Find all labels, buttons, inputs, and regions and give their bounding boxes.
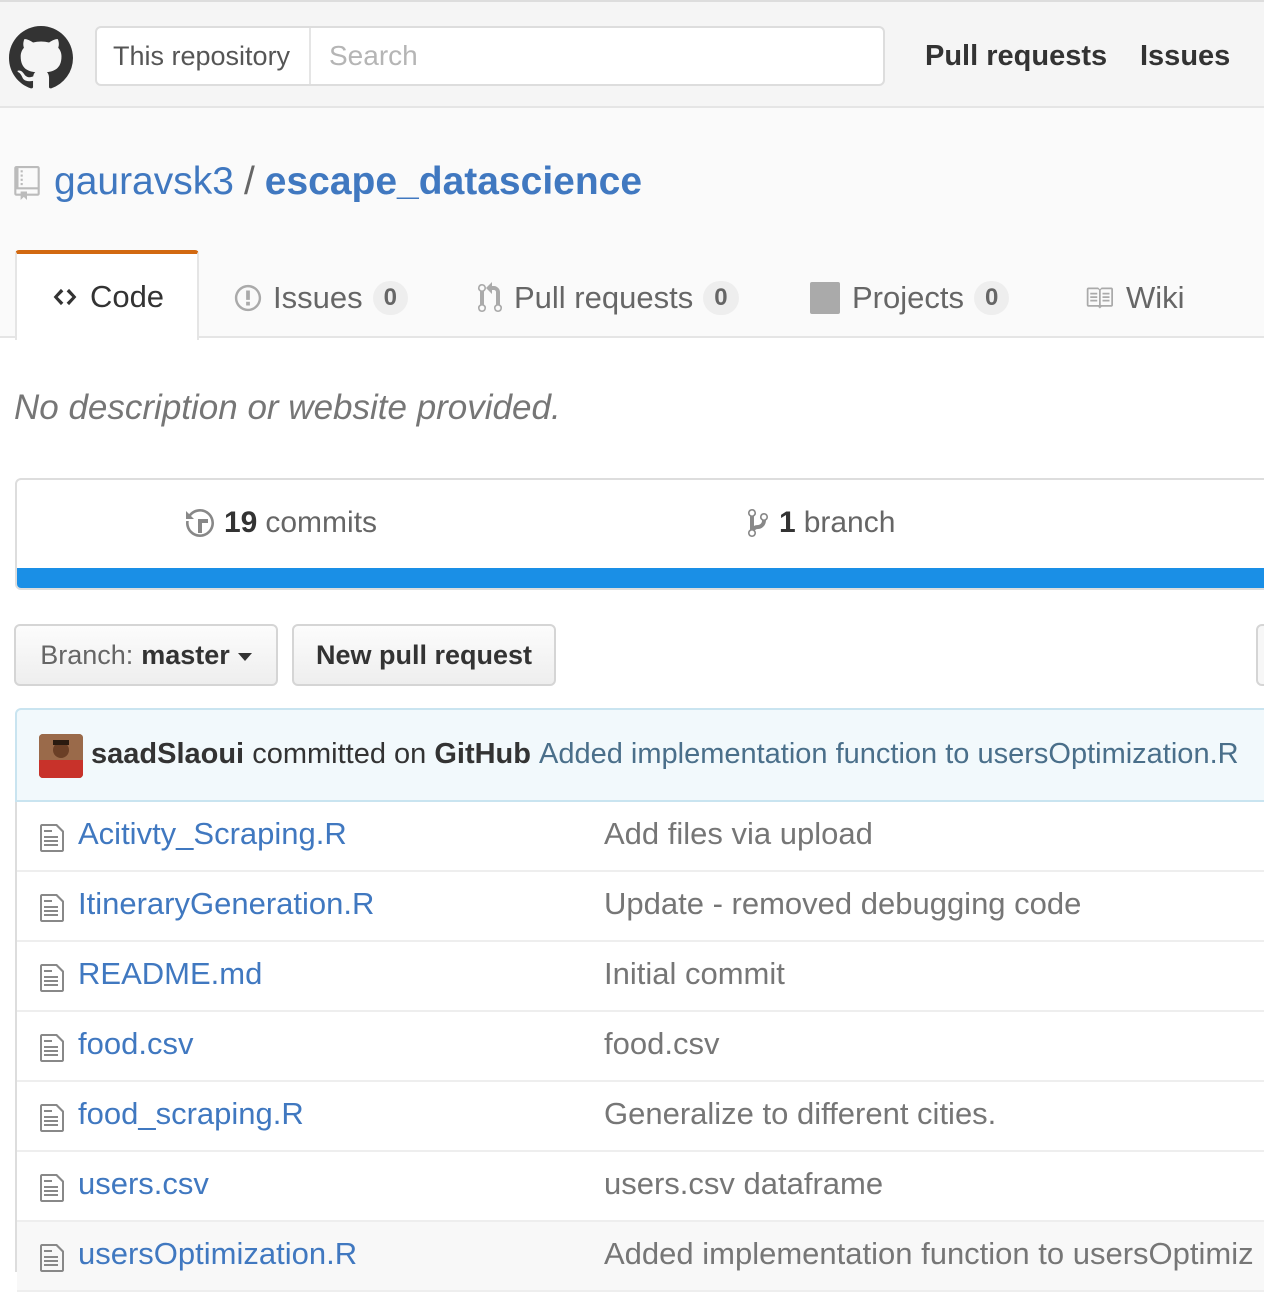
commit-via: GitHub (434, 738, 531, 770)
commits-link[interactable]: 19 commits (184, 506, 377, 540)
avatar[interactable] (39, 734, 83, 778)
file-commit-message[interactable]: Initial commit (604, 956, 785, 992)
file-icon (40, 824, 64, 852)
branch-count: 1 (779, 506, 796, 539)
github-logo-icon[interactable] (9, 26, 73, 90)
tab-counter: 0 (703, 281, 739, 315)
tab-code[interactable]: Code (15, 250, 199, 340)
file-icon (40, 964, 64, 992)
file-row: ItineraryGeneration.R Update - removed d… (17, 872, 1264, 942)
file-list: Acitivty_Scraping.R Add files via upload… (15, 802, 1264, 1292)
tab-label: Pull requests (514, 280, 694, 315)
tab-label: Code (89, 279, 165, 314)
file-commit-message[interactable]: Add files via upload (604, 816, 873, 852)
branch-select-button[interactable]: Branch: master (14, 624, 278, 686)
issue-opened-icon (234, 284, 262, 312)
tab-wiki[interactable]: Wiki (1082, 276, 1185, 320)
file-commit-message[interactable]: Update - removed debugging code (604, 886, 1081, 922)
file-name-link[interactable]: food_scraping.R (78, 1096, 304, 1132)
commit-middle-text: committed on (252, 738, 427, 770)
file-row: food_scraping.R Generalize to different … (17, 1082, 1264, 1152)
repo-name-link[interactable]: escape_datascience (265, 160, 642, 203)
search-box: This repository (95, 26, 889, 86)
commit-author-link[interactable]: saadSlaoui (91, 738, 244, 770)
file-commit-message[interactable]: food.csv (604, 1026, 719, 1062)
search-scope-label[interactable]: This repository (97, 28, 311, 84)
file-name-link[interactable]: users.csv (78, 1166, 209, 1202)
commits-count: 19 (224, 506, 258, 539)
commit-message-link[interactable]: Added implementation function to usersOp… (539, 738, 1239, 770)
file-icon (40, 1244, 64, 1272)
nav-issues[interactable]: Issues (1140, 36, 1230, 76)
branch-prefix: Branch: (40, 639, 134, 670)
file-row: Acitivty_Scraping.R Add files via upload (17, 802, 1264, 872)
file-icon (40, 894, 64, 922)
branch-name: master (141, 639, 230, 670)
repo-owner-link[interactable]: gauravsk3 (54, 160, 234, 203)
file-icon (40, 1174, 64, 1202)
tab-label: Issues (273, 280, 363, 315)
file-row: food.csv food.csv (17, 1012, 1264, 1082)
file-row: usersOptimization.R Added implementation… (17, 1222, 1264, 1292)
book-icon (1086, 287, 1113, 309)
tab-projects[interactable]: Projects 0 (808, 276, 1010, 320)
site-header: This repository Pull requests Issues (0, 0, 1264, 108)
file-name-link[interactable]: food.csv (78, 1026, 193, 1062)
file-name-link[interactable]: ItineraryGeneration.R (78, 886, 374, 922)
file-row: README.md Initial commit (17, 942, 1264, 1012)
language-bar[interactable] (17, 568, 1264, 588)
file-commit-message[interactable]: Generalize to different cities. (604, 1096, 996, 1132)
nav-pull-requests[interactable]: Pull requests (925, 36, 1107, 76)
tab-label: Projects (852, 280, 964, 315)
tab-issues[interactable]: Issues 0 (233, 276, 408, 320)
file-row: users.csv users.csv dataframe (17, 1152, 1264, 1222)
history-icon (186, 509, 214, 537)
new-pull-request-button[interactable]: New pull request (292, 624, 556, 686)
caret-down-icon (237, 653, 252, 661)
file-commit-message[interactable]: Added implementation function to usersOp… (604, 1236, 1254, 1272)
git-branch-icon (748, 509, 768, 537)
pull-request-icon (478, 282, 502, 312)
file-icon (40, 1104, 64, 1132)
latest-commit-bar: saadSlaoui committed on GitHub Added impl… (15, 708, 1264, 802)
tab-label: Wiki (1126, 280, 1185, 315)
commit-summary: saadSlaoui committed on GitHub Added impl… (91, 738, 1239, 771)
tab-pull-requests[interactable]: Pull requests 0 (476, 276, 739, 320)
tab-counter: 0 (973, 281, 1010, 315)
clone-button-edge[interactable] (1256, 624, 1264, 686)
repo-title: gauravsk3/escape_datascience (54, 156, 642, 208)
file-commit-message[interactable]: users.csv dataframe (604, 1166, 883, 1202)
search-input[interactable] (313, 28, 889, 84)
file-name-link[interactable]: usersOptimization.R (78, 1236, 357, 1272)
file-icon (40, 1034, 64, 1062)
repo-path-separator: / (243, 160, 255, 203)
repo-description: No description or website provided. (14, 388, 561, 427)
repo-summary: 19 commits 1 branch (15, 478, 1264, 590)
file-name-link[interactable]: Acitivty_Scraping.R (78, 816, 347, 852)
code-icon (53, 288, 77, 306)
project-icon (810, 282, 840, 314)
repo-icon (14, 166, 40, 200)
branches-link[interactable]: 1 branch (745, 506, 895, 540)
tab-counter: 0 (372, 281, 408, 315)
branch-label: branch (803, 506, 896, 539)
file-name-link[interactable]: README.md (78, 956, 262, 992)
commits-label: commits (265, 506, 378, 539)
